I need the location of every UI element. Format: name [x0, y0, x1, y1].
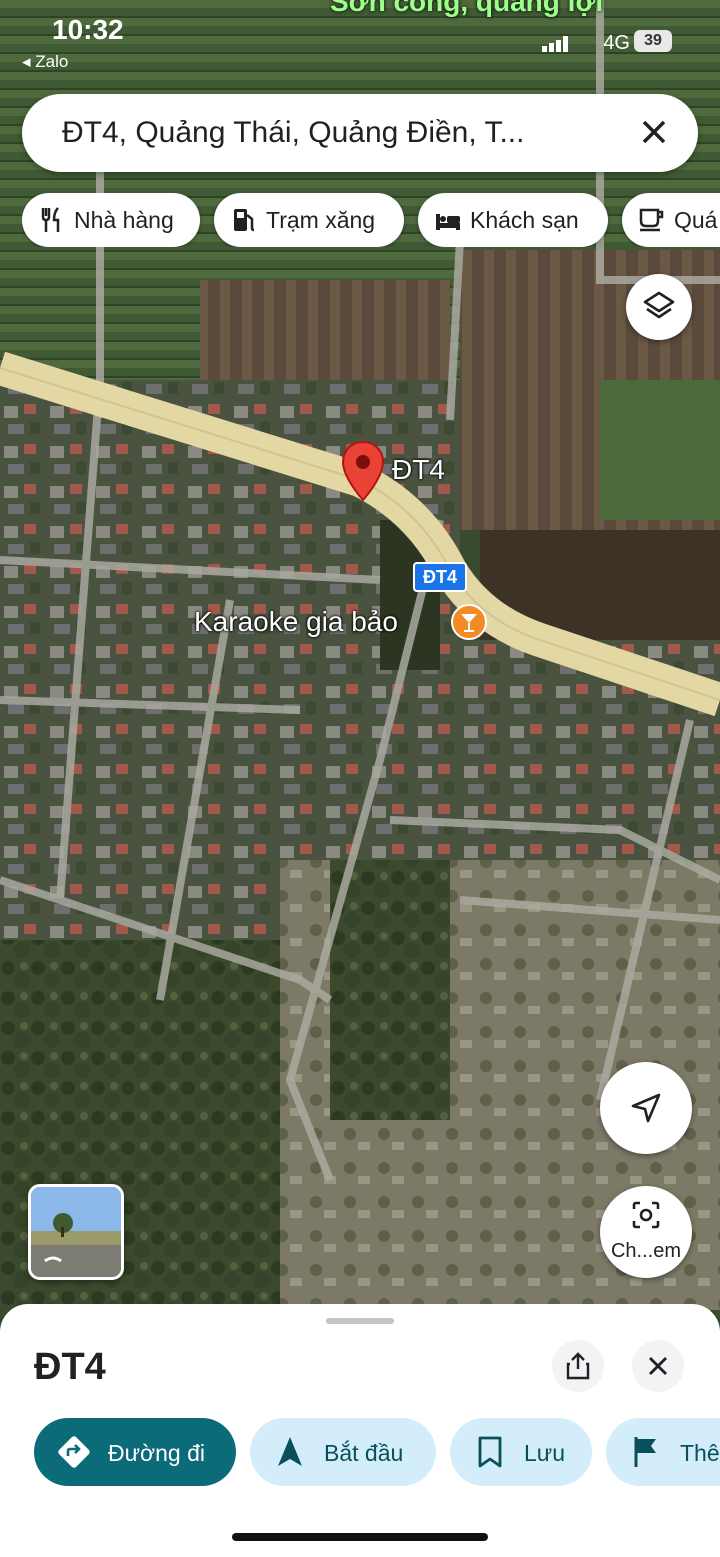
chip-label: Quá — [674, 207, 718, 233]
chip-gas-stations[interactable]: Trạm xăng — [214, 193, 404, 247]
pin-label: ĐT4 — [392, 454, 445, 485]
street-view-image — [31, 1187, 121, 1277]
flag-icon — [634, 1437, 656, 1467]
status-time: 10:32 — [52, 14, 124, 45]
close-icon — [649, 1357, 667, 1375]
camera-search-button[interactable]: Ch...em — [600, 1186, 692, 1278]
layers-button[interactable] — [626, 274, 692, 340]
home-indicator[interactable] — [232, 1533, 488, 1541]
start-button[interactable]: Bắt đầu — [250, 1418, 436, 1486]
action-label: Đường đi — [108, 1440, 205, 1466]
camera-icon — [632, 1201, 660, 1229]
poi-label[interactable]: Karaoke gia bảo — [194, 606, 398, 638]
navigation-arrow-icon — [631, 1093, 661, 1123]
search-input[interactable]: ĐT4, Quảng Thái, Quảng Điền, T... — [62, 116, 524, 150]
action-label: Bắt đầu — [324, 1440, 404, 1466]
sheet-drag-handle[interactable] — [326, 1318, 394, 1324]
place-title: ĐT4 — [34, 1346, 106, 1388]
action-label: Thê — [680, 1440, 720, 1466]
restaurant-icon — [41, 207, 60, 232]
status-bar: Sơn công, quảng lợi 10:32 ◂ Zalo 4G 39 — [0, 0, 720, 80]
action-label: Lưu — [524, 1440, 565, 1466]
road-shield: ĐT4 — [413, 562, 467, 592]
battery-level: 39 — [634, 30, 672, 52]
add-label-button[interactable]: Thê — [606, 1418, 720, 1486]
back-to-app[interactable]: ◂ Zalo — [22, 52, 68, 72]
category-chips: Nhà hàng Trạm xăng Khách sạn Quá — [22, 193, 720, 247]
hotel-icon — [436, 214, 460, 230]
map-area-label: Sơn công, quảng lợi — [330, 0, 604, 17]
my-location-button[interactable] — [600, 1062, 692, 1154]
place-bottom-sheet: ĐT4 Đường đi Bắt đầu Lưu Thê — [0, 1304, 720, 1557]
search-bar[interactable]: ĐT4, Quảng Thái, Quảng Điền, T... — [22, 94, 698, 172]
save-button[interactable]: Lưu — [450, 1418, 592, 1486]
share-button[interactable] — [552, 1340, 604, 1392]
share-icon — [566, 1352, 590, 1380]
bar-icon[interactable] — [450, 603, 488, 641]
chip-label: Trạm xăng — [266, 207, 376, 233]
camera-button-label: Ch...em — [610, 1240, 682, 1262]
signal-icon — [542, 36, 568, 52]
navigation-icon — [278, 1437, 302, 1466]
place-actions: Đường đi Bắt đầu Lưu Thê — [34, 1418, 720, 1486]
close-sheet-button[interactable] — [632, 1340, 684, 1392]
network-type: 4G — [603, 32, 630, 54]
directions-icon — [58, 1436, 90, 1468]
directions-button[interactable]: Đường đi — [34, 1418, 236, 1486]
chip-hotels[interactable]: Khách sạn — [418, 193, 608, 247]
layers-icon — [643, 291, 675, 319]
chip-label: Nhà hàng — [74, 207, 174, 233]
street-view-thumbnail[interactable] — [28, 1184, 124, 1280]
chip-cafes[interactable]: Quá — [622, 193, 720, 247]
cafe-icon — [639, 208, 664, 232]
chip-label: Khách sạn — [470, 207, 579, 233]
gas-station-icon — [234, 209, 255, 232]
location-pin-icon[interactable] — [340, 440, 386, 502]
chip-restaurants[interactable]: Nhà hàng — [22, 193, 200, 247]
bookmark-icon — [478, 1436, 502, 1468]
close-icon[interactable] — [632, 110, 676, 154]
